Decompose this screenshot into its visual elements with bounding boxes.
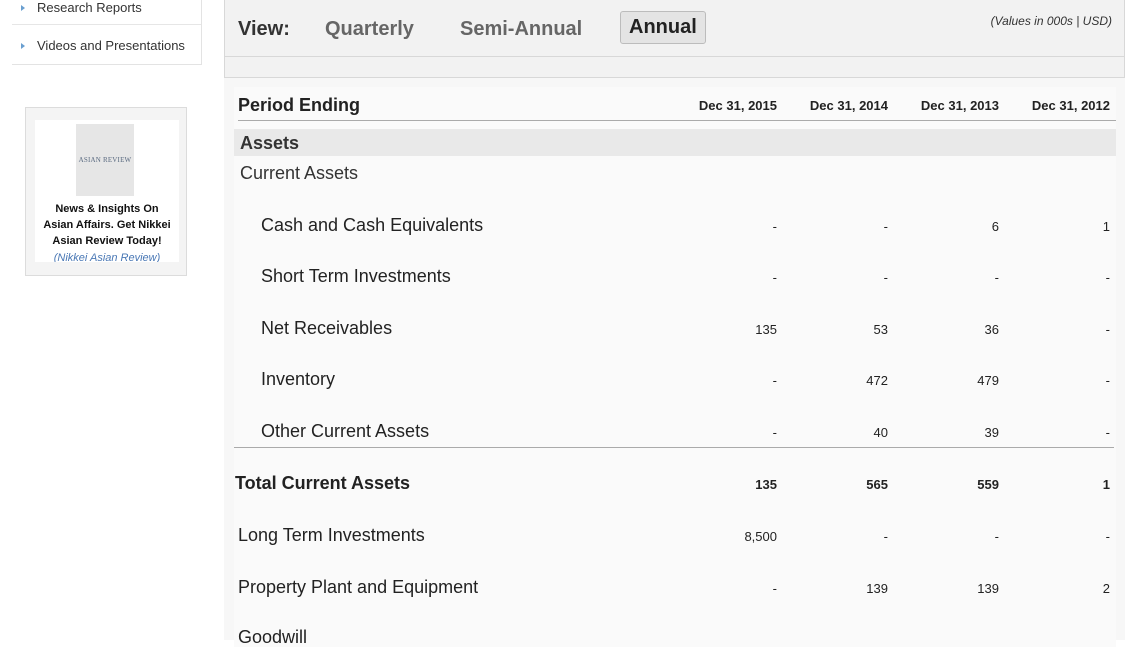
ad-box[interactable]: ASIAN REVIEW News & Insights On Asian Af…: [25, 107, 187, 276]
view-label: View:: [238, 18, 290, 40]
table-cell: 479: [977, 373, 999, 388]
financial-table: Period Ending Dec 31, 2015 Dec 31, 2014 …: [234, 87, 1116, 647]
table-cell: -: [1105, 373, 1110, 388]
total-row-label: Total Current Assets: [235, 473, 411, 493]
table-cell: 139: [866, 581, 888, 596]
logo-text: ASIAN REVIEW: [78, 156, 132, 164]
tab-annual[interactable]: Annual: [620, 11, 706, 44]
ad-text: News & Insights On Asian Affairs. Get Ni…: [35, 201, 179, 249]
row-label: Other Current Assets: [261, 421, 430, 441]
table-cell: -: [1105, 322, 1110, 337]
table-cell: 36: [984, 322, 999, 337]
table-cell: 1: [1102, 219, 1110, 234]
ad-link[interactable]: (Nikkei Asian Review): [35, 251, 179, 262]
column-header: Dec 31, 2012: [1031, 98, 1110, 113]
period-ending-label: Period Ending: [238, 95, 361, 115]
table-cell: -: [772, 373, 777, 388]
table-cell: 565: [866, 477, 888, 492]
row-label: Net Receivables: [261, 318, 393, 338]
bullet-arrow-icon: [21, 5, 25, 11]
table-cell: 135: [755, 477, 777, 492]
table-cell: -: [1105, 529, 1110, 544]
column-header: Dec 31, 2015: [698, 98, 777, 113]
section-title: Assets: [240, 133, 300, 153]
section-header: Assets: [234, 129, 1116, 156]
toolbar-strip: [224, 57, 1125, 78]
column-header: Dec 31, 2014: [809, 98, 888, 113]
column-header: Dec 31, 2013: [920, 98, 999, 113]
table-cell: -: [883, 219, 888, 234]
table-cell: -: [1105, 270, 1110, 285]
table-cell: 2: [1102, 581, 1110, 596]
units-note: (Values in 000s | USD): [990, 14, 1112, 28]
asian-review-logo: ASIAN REVIEW: [76, 124, 134, 196]
row-label: Cash and Cash Equivalents: [261, 215, 484, 235]
table-cell: -: [994, 529, 999, 544]
sidebar-link-label: Research Reports: [37, 0, 142, 15]
ad-content: ASIAN REVIEW News & Insights On Asian Af…: [35, 120, 179, 262]
table-cell: -: [772, 219, 777, 234]
ad-text-line: Asian Review Today!: [52, 235, 162, 247]
tab-semi-annual[interactable]: Semi-Annual: [460, 18, 582, 41]
view-toolbar: View: Quarterly Semi-Annual Annual (Valu…: [224, 0, 1125, 57]
table-cell: 39: [984, 425, 999, 440]
table-cell: 139: [977, 581, 999, 596]
ad-text-line: News & Insights On: [55, 203, 159, 215]
table-cell: 472: [866, 373, 888, 388]
row-label: Long Term Investments: [238, 525, 425, 545]
table-cell: -: [772, 425, 777, 440]
table-cell: -: [883, 270, 888, 285]
table-cell: 8,500: [744, 529, 777, 544]
table-cell: 40: [873, 425, 888, 440]
divider: [234, 447, 1114, 448]
row-label: Short Term Investments: [261, 266, 451, 286]
row-label: Inventory: [261, 369, 336, 389]
sidebar-link-label: Videos and Presentations: [37, 38, 185, 53]
table-cell: -: [994, 270, 999, 285]
table-cell: -: [772, 581, 777, 596]
divider: [12, 24, 201, 25]
bullet-arrow-icon: [21, 43, 25, 49]
ad-text-line: Asian Affairs. Get Nikkei: [43, 219, 171, 231]
divider: [238, 120, 1116, 121]
sidebar-links: Research Reports Videos and Presentation…: [12, 0, 202, 65]
row-label: Property Plant and Equipment: [238, 577, 479, 597]
subsection-title: Current Assets: [240, 163, 359, 183]
table-cell: -: [772, 270, 777, 285]
table-cell: 135: [755, 322, 777, 337]
row-label: Goodwill: [238, 627, 308, 647]
table-cell: -: [883, 529, 888, 544]
table-cell: 1: [1102, 477, 1110, 492]
table-cell: 559: [977, 477, 999, 492]
table-cell: 6: [991, 219, 999, 234]
table-cell: 53: [873, 322, 888, 337]
table-cell: -: [1105, 425, 1110, 440]
tab-quarterly[interactable]: Quarterly: [325, 18, 414, 41]
